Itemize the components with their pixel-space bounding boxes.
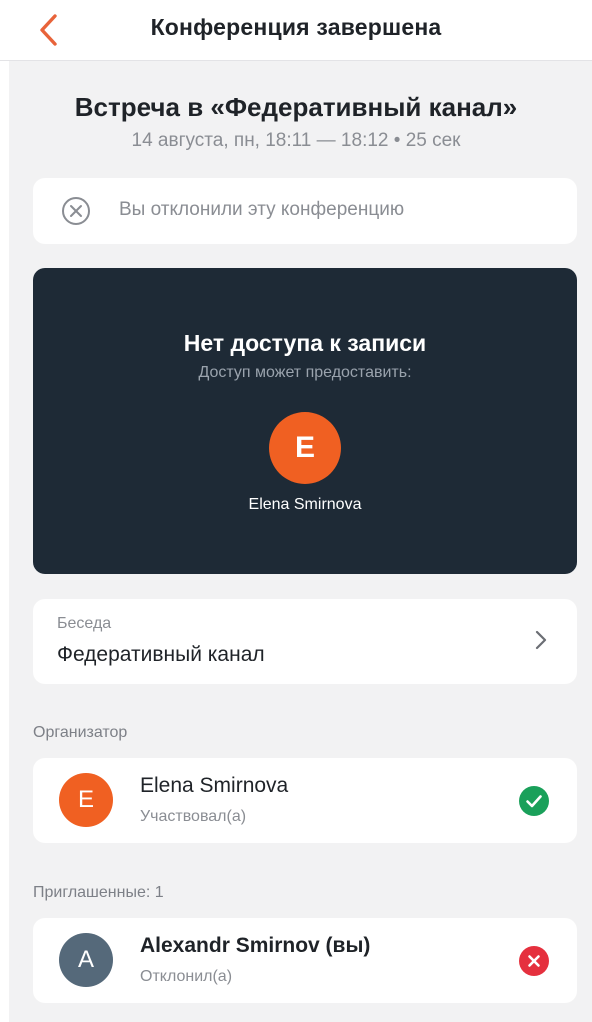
organizer-status: Участвовал(а) bbox=[140, 808, 247, 825]
invited-status: Отклонил(а) bbox=[140, 968, 233, 985]
organizer-avatar: E bbox=[59, 773, 113, 827]
recording-title: Нет доступа к записи bbox=[183, 330, 427, 356]
declined-notice: Вы отклонили эту конференцию bbox=[33, 178, 577, 244]
meeting-title: Встреча в «Федеративный канал» bbox=[74, 92, 518, 122]
chat-label: Беседа bbox=[57, 615, 112, 632]
invited-avatar: A bbox=[59, 933, 113, 987]
page-title: Конференция завершена bbox=[150, 14, 442, 40]
organizer-name: Elena Smirnova bbox=[140, 774, 289, 797]
x-circle-icon bbox=[519, 946, 549, 976]
recording-owner-avatar[interactable]: E bbox=[269, 412, 341, 484]
check-circle-icon bbox=[519, 786, 549, 816]
invited-section-label: Приглашенные: 1 bbox=[33, 884, 164, 901]
invited-row[interactable]: A Alexandr Smirnov (вы) Отклонил(а) bbox=[33, 918, 577, 1003]
chat-name: Федеративный канал bbox=[57, 643, 265, 666]
top-bar: Конференция завершена bbox=[0, 0, 592, 61]
chat-link[interactable]: Беседа Федеративный канал bbox=[33, 599, 577, 684]
recording-subtitle: Доступ может предоставить: bbox=[198, 364, 412, 381]
organizer-row[interactable]: E Elena Smirnova Участвовал(а) bbox=[33, 758, 577, 843]
left-edge bbox=[0, 61, 9, 1022]
x-circle-outline-icon bbox=[62, 197, 90, 225]
recording-card: Нет доступа к записи Доступ может предос… bbox=[33, 268, 577, 574]
invited-name: Alexandr Smirnov (вы) bbox=[140, 934, 371, 957]
declined-text: Вы отклонили эту конференцию bbox=[119, 199, 405, 220]
chevron-right-icon bbox=[535, 630, 547, 650]
recording-owner-name: Elena Smirnova bbox=[248, 496, 362, 513]
organizer-section-label: Организатор bbox=[33, 724, 128, 741]
meeting-subtitle: 14 августа, пн, 18:11 — 18:12 • 25 сек bbox=[131, 130, 461, 151]
